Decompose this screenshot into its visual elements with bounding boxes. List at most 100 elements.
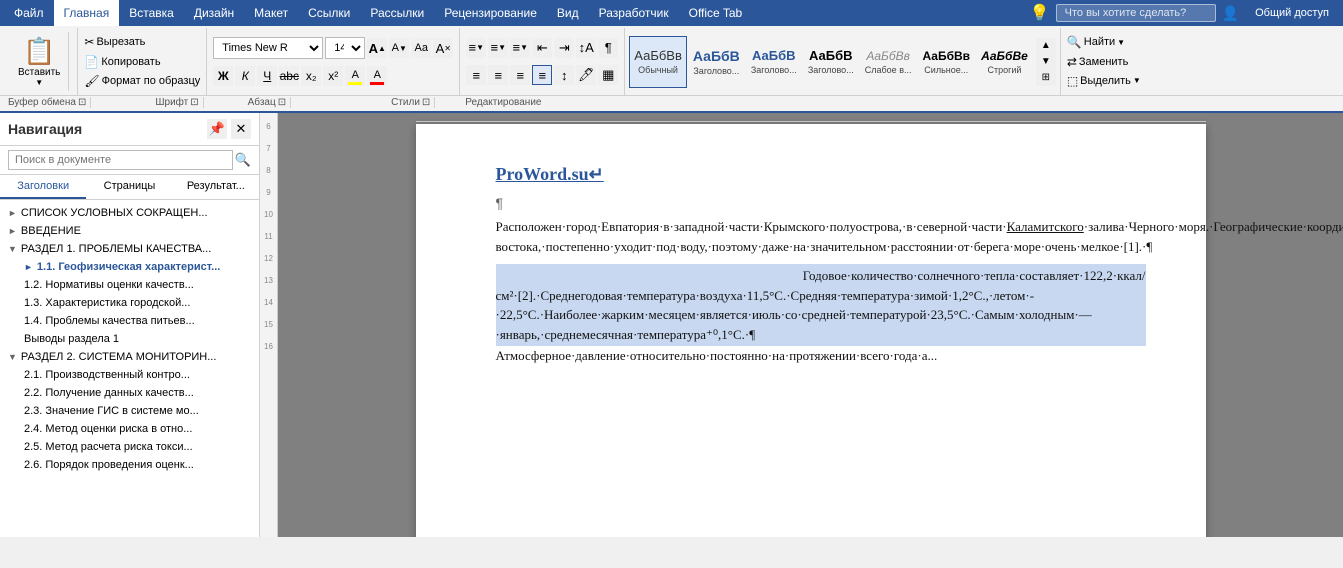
show-marks-button[interactable]: ¶ [598,38,618,58]
menu-office-tab[interactable]: Office Tab [679,0,753,26]
nav-tab-headings[interactable]: Заголовки [0,175,86,199]
clipboard-expand-icon[interactable]: ⊡ [78,97,86,108]
nav-section-intro[interactable]: ► ВВЕДЕНИЕ [0,222,259,240]
nav-search-icon[interactable]: 🔍 [235,152,251,168]
user-icon: 👤 [1222,5,1239,22]
nav-item-conclusions1-label: Выводы раздела 1 [24,333,119,345]
clipboard-group: ✂ Вырезать 📄 Копировать 🖌 Формат по обра… [78,28,207,95]
font-size-select[interactable]: 14 [325,37,365,59]
replace-row: ⇄ Заменить [1067,55,1141,69]
style-strong[interactable]: АаБбВв Сильное... [917,36,975,88]
menu-review[interactable]: Рецензирование [434,0,547,26]
nav-item-1-2[interactable]: 1.2. Нормативы оценки качеств... [0,276,259,294]
replace-button[interactable]: Заменить [1079,56,1128,68]
select-button[interactable]: Выделить [1080,75,1131,87]
paragraph-expand-icon[interactable]: ⊡ [278,97,286,108]
select-dropdown: ▼ [1133,76,1141,85]
menu-file[interactable]: Файл [4,0,54,26]
menu-home[interactable]: Главная [54,0,120,26]
styles-row: АаБбВв Обычный АаБбВ Заголово... АаБбВ З… [629,30,1056,93]
doc-scroll[interactable]: -2-1↑123456789101112131415161718 ProWord… [278,113,1343,537]
shading-button[interactable]: 🖊 [576,65,596,85]
nav-item-2-1[interactable]: 2.1. Производственный контро... [0,366,259,384]
underline-button[interactable]: Ч [257,66,277,86]
sort-button[interactable]: ↕A [576,38,596,58]
menu-layout[interactable]: Макет [244,0,298,26]
italic-button[interactable]: К [235,66,255,86]
style-normal[interactable]: АаБбВв Обычный [629,36,687,88]
align-left-button[interactable]: ≡ [466,65,486,85]
nav-item-2-5[interactable]: 2.5. Метод расчета риска токси... [0,438,259,456]
justify-button[interactable]: ≡ [532,65,552,85]
nav-section-1[interactable]: ▼ РАЗДЕЛ 1. ПРОБЛЕМЫ КАЧЕСТВА... [0,240,259,258]
nav-section-2[interactable]: ▼ РАЗДЕЛ 2. СИСТЕМА МОНИТОРИН... [0,348,259,366]
bold-button[interactable]: Ж [213,66,233,86]
nav-item-1-3[interactable]: 1.3. Характеристика городской... [0,294,259,312]
styles-scroll-up[interactable]: ▲ [1036,38,1056,54]
share-button[interactable]: Общий доступ [1245,4,1339,22]
font-size-up-button[interactable]: A▲ [367,38,387,58]
border-button[interactable]: ▦ [598,65,618,85]
align-right-button[interactable]: ≡ [510,65,530,85]
align-center-button[interactable]: ≡ [488,65,508,85]
change-case-button[interactable]: Аа [411,38,431,58]
font-expand-icon[interactable]: ⊡ [190,97,198,108]
document-page[interactable]: ProWord.su↵ ¶ Расположен·город·Евпатория… [416,124,1206,537]
nav-item-conclusions1[interactable]: Выводы раздела 1 [0,330,259,348]
style-strict[interactable]: АаБбВе Строгий [976,36,1033,88]
paste-button[interactable]: 📋 Вставить ▼ [10,32,68,91]
line-spacing-button[interactable]: ↕ [554,65,574,85]
bullets-button[interactable]: ≡▼ [466,38,486,58]
subscript-button[interactable]: x₂ [301,66,321,86]
nav-item-1-4[interactable]: 1.4. Проблемы качества питьев... [0,312,259,330]
menu-view[interactable]: Вид [547,0,589,26]
editing-group: 🔍 Найти ▼ ⇄ Заменить ⬚ Выделить ▼ [1061,28,1147,95]
superscript-button[interactable]: x² [323,66,343,86]
nav-item-1-1-icon: ► [24,262,33,272]
nav-pin-button[interactable]: 📌 [207,119,227,139]
multilevel-list-button[interactable]: ≡▼ [510,38,530,58]
nav-search-input[interactable] [8,150,233,170]
numbering-button[interactable]: ≡▼ [488,38,508,58]
vruler-9: 9 [266,181,270,203]
font-label-item: Шрифт ⊡ [91,97,203,108]
decrease-indent-button[interactable]: ⇤ [532,38,552,58]
nav-item-2-6[interactable]: 2.6. Порядок проведения оценк... [0,456,259,474]
font-name-select[interactable]: Times New R [213,37,323,59]
style-heading3[interactable]: АаБбВ Заголово... [803,36,859,88]
font-size-down-button[interactable]: A▼ [389,38,409,58]
format-painter-button[interactable]: Формат по образцу [102,75,201,87]
menu-developer[interactable]: Разработчик [589,0,679,26]
increase-indent-button[interactable]: ⇥ [554,38,574,58]
nav-item-2-3[interactable]: 2.3. Значение ГИС в системе мо... [0,402,259,420]
menu-insert[interactable]: Вставка [119,0,184,26]
font-color-button[interactable]: A [367,66,387,86]
nav-close-button[interactable]: ✕ [231,119,251,139]
nav-tab-results[interactable]: Результат... [173,175,259,199]
vruler-12: 12 [264,247,273,269]
style-heading3-label: Заголово... [808,65,854,75]
styles-scroll-down[interactable]: ▼ [1036,54,1056,70]
nav-item-2-4[interactable]: 2.4. Метод оценки риска в отно... [0,420,259,438]
cut-button[interactable]: Вырезать [96,36,145,48]
what-search-input[interactable] [1056,4,1216,22]
menu-mailings[interactable]: Рассылки [360,0,434,26]
find-button[interactable]: Найти [1084,36,1115,48]
style-strong-preview: АаБбВв [922,49,970,63]
menu-references[interactable]: Ссылки [298,0,360,26]
style-subtle[interactable]: АаБбВв Слабое в... [860,36,917,88]
styles-more[interactable]: ⊞ [1036,70,1056,86]
nav-item-2-2[interactable]: 2.2. Получение данных качеств... [0,384,259,402]
style-heading2[interactable]: АаБбВ Заголово... [746,36,802,88]
style-heading1[interactable]: АаБбВ Заголово... [688,36,745,88]
highlight-button[interactable]: A [345,66,365,86]
menu-design[interactable]: Дизайн [184,0,244,26]
styles-expand-icon[interactable]: ⊡ [422,97,430,108]
style-subtle-preview: АаБбВв [866,49,910,63]
nav-section-list[interactable]: ► СПИСОК УСЛОВНЫХ СОКРАЩЕН... [0,204,259,222]
nav-item-1-1[interactable]: ► 1.1. Геофизическая характерист... [0,258,259,276]
copy-button[interactable]: Копировать [101,56,160,68]
clear-format-button[interactable]: A✕ [433,38,453,58]
strikethrough-button[interactable]: abc [279,66,299,86]
nav-tab-pages[interactable]: Страницы [86,175,172,199]
